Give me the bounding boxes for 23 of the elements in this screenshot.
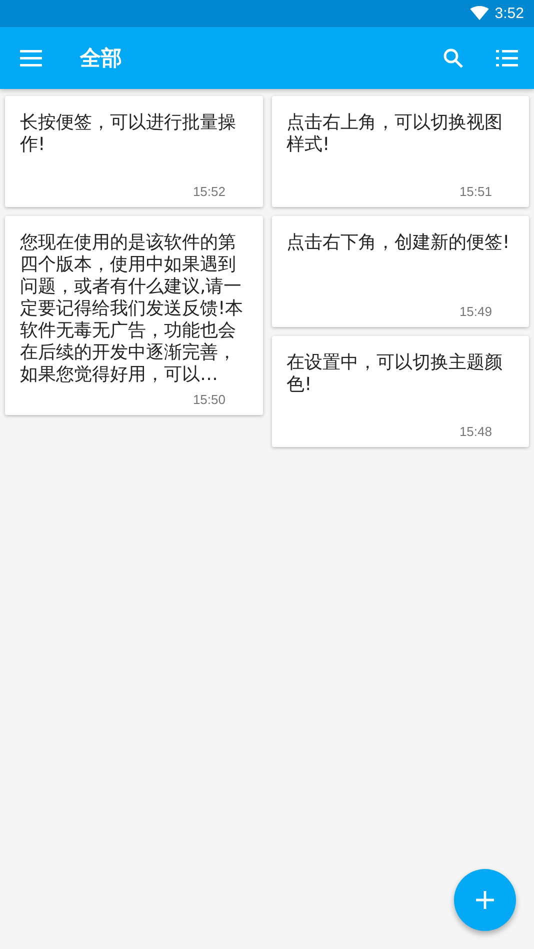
list-view-icon[interactable]: [496, 49, 518, 67]
wifi-icon: [470, 6, 489, 21]
note-card[interactable]: 长按便签，可以进行批量操作! 15:52: [5, 96, 262, 207]
status-time: 3:52: [494, 5, 524, 22]
add-button[interactable]: [454, 869, 516, 931]
note-text: 长按便签，可以进行批量操作!: [20, 112, 237, 157]
note-card[interactable]: 点击右下角，创建新的便签! 15:49: [272, 216, 529, 327]
menu-icon[interactable]: [20, 49, 42, 67]
note-card[interactable]: 在设置中，可以切换主题颜色! 15:48: [272, 336, 529, 447]
note-time: 15:48: [459, 424, 492, 439]
plus-icon: [475, 890, 495, 910]
note-time: 15:49: [459, 304, 492, 319]
note-text: 在设置中，可以切换主题颜色!: [286, 352, 504, 397]
app-title: 全部: [80, 45, 122, 72]
note-time: 15:51: [459, 184, 492, 199]
search-icon[interactable]: [443, 48, 463, 68]
note-text: 点击右上角，可以切换视图样式!: [286, 112, 504, 157]
note-time: 15:52: [192, 184, 226, 199]
note-text: 点击右下角，创建新的便签!: [286, 232, 511, 255]
note-text: 您现在使用的是该软件的第四个版本，使用中如果遇到问题，或者有什么建议,请一定要记得给我们发送反馈!本软件无毒无广告，功能也会在后续的开发中逐渐完善，如果您觉得好用，可以…: [20, 232, 244, 386]
note-card[interactable]: 您现在使用的是该软件的第四个版本，使用中如果遇到问题，或者有什么建议,请一定要记得给我们发送反馈!本软件无毒无广告，功能也会在后续的开发中逐渐完善，如果您觉得好用，可以… 15:50: [5, 216, 262, 415]
note-card[interactable]: 点击右上角，可以切换视图样式! 15:51: [272, 96, 529, 207]
note-time: 15:50: [192, 392, 226, 407]
